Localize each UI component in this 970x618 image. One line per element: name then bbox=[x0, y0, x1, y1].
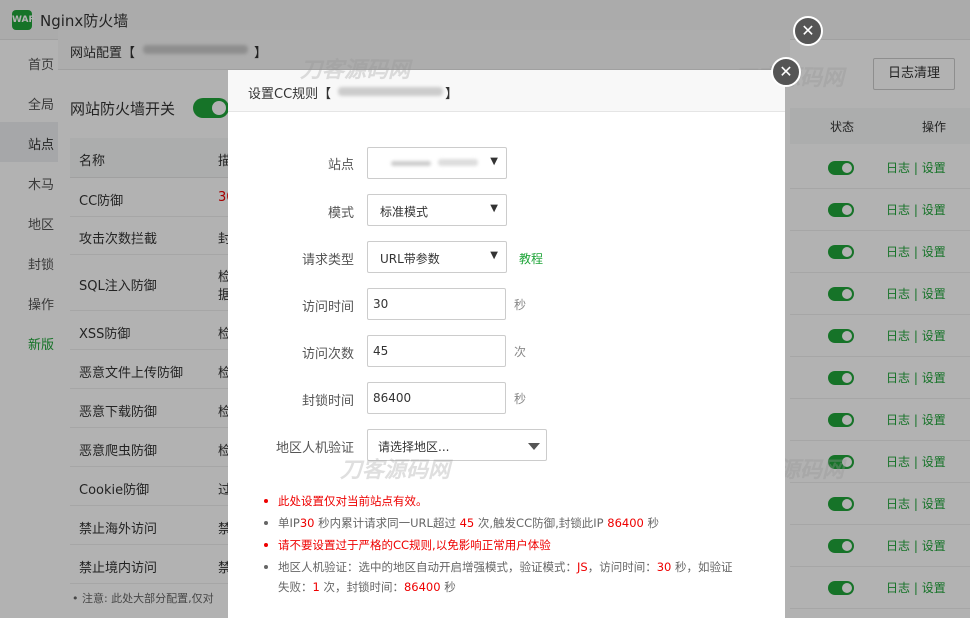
request-type-value: URL带参数 bbox=[380, 252, 440, 266]
request-type-select[interactable]: URL带参数 ▼ bbox=[367, 241, 507, 273]
watermark: 刀客源码网 bbox=[300, 58, 411, 83]
note-scope: 此处设置仅对当前站点有效。 bbox=[264, 493, 428, 509]
dialog-title: 设置CC规则【 bbox=[248, 87, 332, 102]
site-label: 站点 bbox=[327, 158, 354, 173]
redacted-site-value bbox=[391, 161, 431, 166]
mode-value: 标准模式 bbox=[380, 205, 429, 219]
site-select[interactable]: ▼ bbox=[367, 147, 507, 179]
block-time-input[interactable] bbox=[367, 382, 506, 414]
mode-select[interactable]: 标准模式 ▼ bbox=[367, 194, 507, 226]
visit-time-label: 访问时间 bbox=[301, 300, 354, 315]
note-region-verify: 地区人机验证：选中的地区自动开启增强模式，验证模式：JS，访问时间：30 秒，如… bbox=[264, 559, 733, 575]
block-time-unit: 秒 bbox=[514, 392, 527, 406]
request-type-label: 请求类型 bbox=[301, 253, 354, 268]
redacted-site-value bbox=[438, 159, 478, 166]
note-cc-rule: 单IP30 秒内累计请求同一URL超过 45 次,触发CC防御,封锁此IP 86… bbox=[264, 515, 659, 531]
redacted-site-name bbox=[338, 87, 443, 96]
visit-count-label: 访问次数 bbox=[301, 347, 354, 362]
region-verify-label: 地区人机验证 bbox=[275, 441, 354, 456]
close-icon[interactable]: ✕ bbox=[793, 16, 823, 46]
visit-count-unit: 次 bbox=[514, 345, 527, 359]
visit-count-input[interactable] bbox=[367, 335, 506, 367]
dialog-title-end: 】 bbox=[445, 87, 459, 102]
block-time-label: 封锁时间 bbox=[301, 394, 354, 409]
note-warning: 请不要设置过于严格的CC规则,以免影响正常用户体验 bbox=[264, 537, 551, 553]
cc-rule-dialog: 设置CC规则【 】 站点 ▼ 模式 标准模式 ▼ 请求类型 URL带参数 ▼ 教… bbox=[228, 58, 785, 618]
watermark: 刀客源码网 bbox=[340, 458, 451, 483]
mode-label: 模式 bbox=[327, 206, 354, 221]
chevron-down-icon: ▼ bbox=[490, 203, 498, 214]
chevron-down-icon: ▼ bbox=[490, 156, 498, 167]
tutorial-link[interactable]: 教程 bbox=[519, 250, 543, 267]
visit-time-unit: 秒 bbox=[514, 298, 527, 312]
caret-down-icon bbox=[528, 443, 540, 450]
chevron-down-icon: ▼ bbox=[490, 250, 498, 261]
close-icon[interactable]: ✕ bbox=[771, 57, 801, 87]
visit-time-input[interactable] bbox=[367, 288, 506, 320]
note-region-verify-cont: 失败：1 次，封锁时间：86400 秒 bbox=[278, 580, 456, 594]
